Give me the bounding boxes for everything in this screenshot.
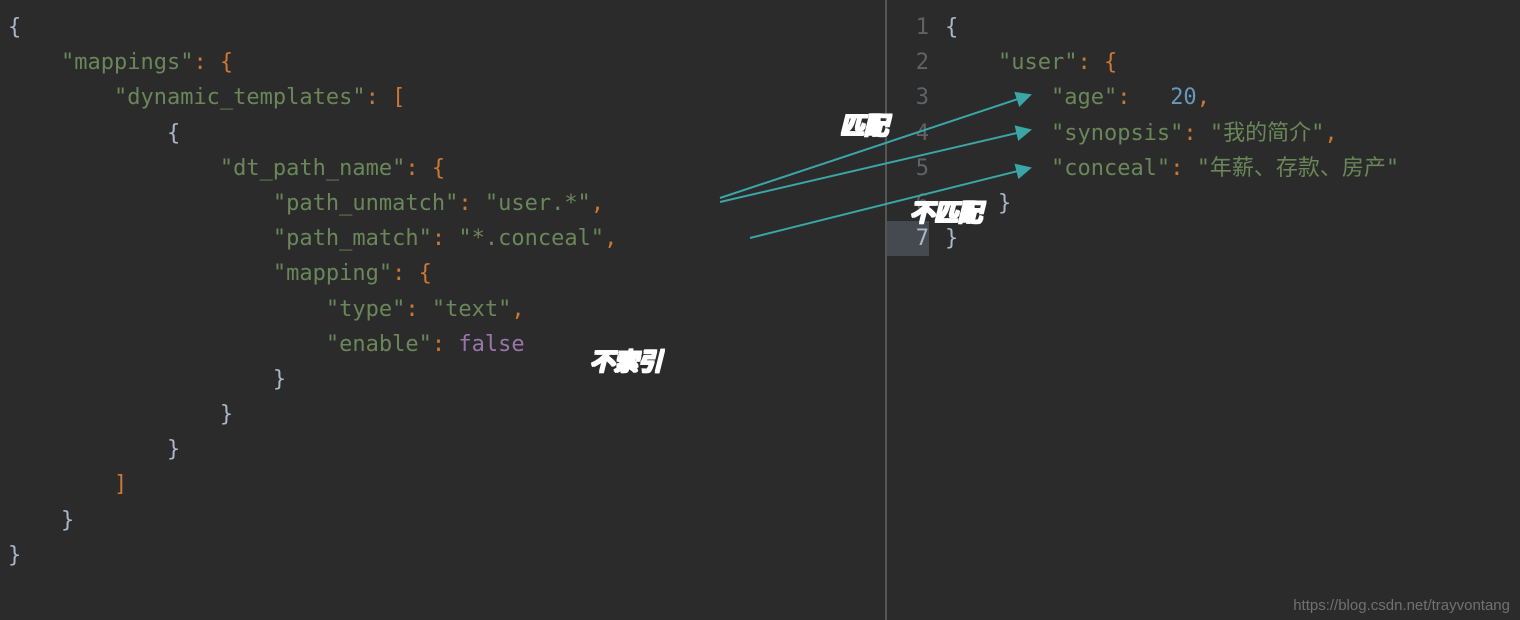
- code-token: "dynamic_templates": [114, 85, 366, 110]
- left-editor-pane[interactable]: { "mappings": { "dynamic_templates": [ {…: [0, 0, 885, 620]
- code-token: {: [167, 121, 180, 146]
- code-token: }: [998, 191, 1011, 216]
- code-token: "mapping": [273, 261, 392, 286]
- code-token: ,: [591, 191, 604, 216]
- code-token: 20: [1170, 85, 1197, 110]
- code-token: false: [458, 332, 524, 357]
- code-token: "user.*": [485, 191, 591, 216]
- code-token: "path_unmatch": [273, 191, 458, 216]
- code-token: "text": [432, 297, 511, 322]
- code-token: "enable": [326, 332, 432, 357]
- code-token: : {: [392, 261, 432, 286]
- code-token: "user": [998, 50, 1077, 75]
- line-gutter: 1 2 3 4 5 6 7: [887, 0, 937, 620]
- code-token: "*.conceal": [458, 226, 604, 251]
- code-token: "age": [1051, 85, 1117, 110]
- code-token: :: [432, 226, 459, 251]
- code-token: "我的简介": [1210, 121, 1325, 146]
- code-token: "年薪、存款、房产": [1197, 156, 1400, 181]
- watermark: https://blog.csdn.net/trayvontang: [1293, 597, 1510, 614]
- split-editor: { "mappings": { "dynamic_templates": [ {…: [0, 0, 1520, 620]
- line-number: 1: [887, 10, 929, 45]
- code-token: }: [220, 402, 233, 427]
- code-token: {: [945, 15, 958, 40]
- code-token: :: [405, 297, 432, 322]
- code-token: ,: [511, 297, 524, 322]
- code-token: :: [1170, 156, 1197, 181]
- code-token: "mappings": [61, 50, 193, 75]
- code-token: ,: [1324, 121, 1337, 146]
- code-token: }: [61, 508, 74, 533]
- code-token: : {: [193, 50, 233, 75]
- code-token: }: [945, 226, 958, 251]
- code-token: :: [1117, 85, 1170, 110]
- code-token: :: [458, 191, 485, 216]
- code-token: "conceal": [1051, 156, 1170, 181]
- code-token: ,: [604, 226, 617, 251]
- code-token: "dt_path_name": [220, 156, 405, 181]
- line-number: 7: [887, 221, 929, 256]
- right-code-area[interactable]: { "user": { "age": 20, "synopsis": "我的简介…: [937, 0, 1520, 620]
- code-token: :: [432, 332, 459, 357]
- line-number: 4: [887, 116, 929, 151]
- right-editor-pane[interactable]: 1 2 3 4 5 6 7 { "user": { "age": 20, "sy…: [887, 0, 1520, 620]
- code-token: "path_match": [273, 226, 432, 251]
- code-token: : {: [405, 156, 445, 181]
- line-number: 3: [887, 80, 929, 115]
- code-token: ,: [1197, 85, 1210, 110]
- code-token: "type": [326, 297, 405, 322]
- code-token: }: [167, 437, 180, 462]
- code-token: : {: [1077, 50, 1117, 75]
- code-token: : [: [366, 85, 406, 110]
- line-number: 6: [887, 186, 929, 221]
- code-token: {: [8, 15, 21, 40]
- code-token: ]: [114, 472, 127, 497]
- code-token: }: [8, 543, 21, 568]
- line-number: 2: [887, 45, 929, 80]
- code-token: }: [273, 367, 286, 392]
- code-token: "synopsis": [1051, 121, 1183, 146]
- code-token: :: [1183, 121, 1210, 146]
- line-number: 5: [887, 151, 929, 186]
